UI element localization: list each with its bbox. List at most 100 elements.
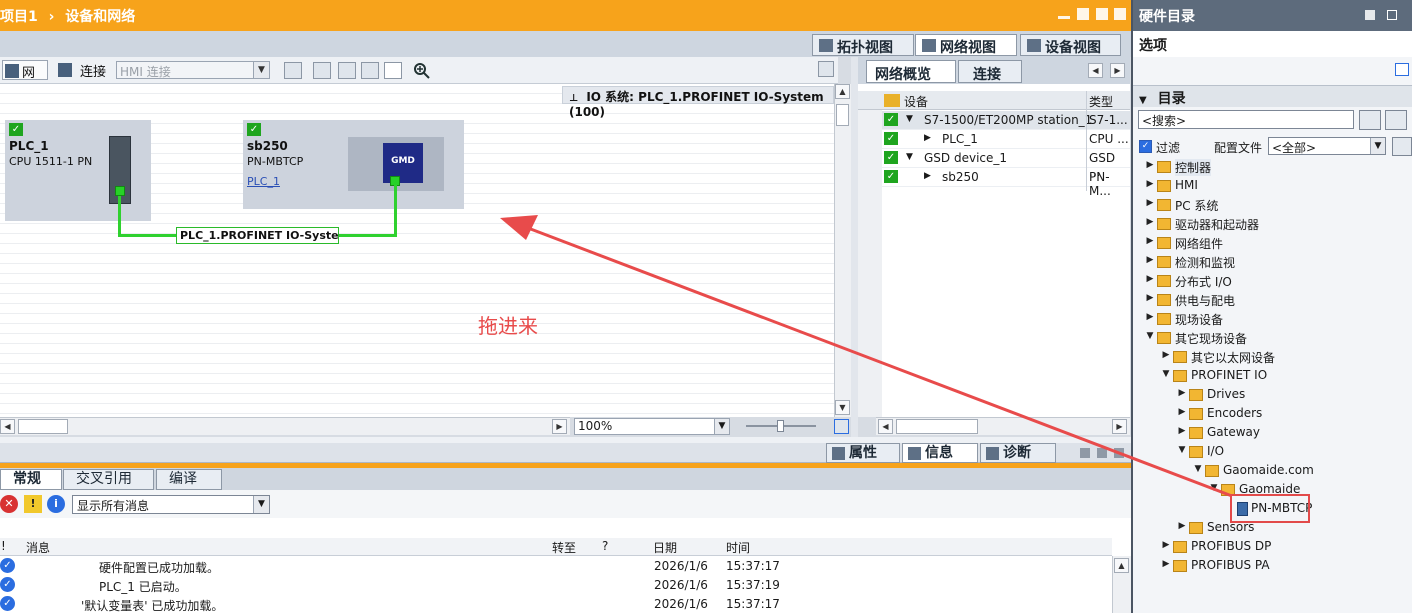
scroll-up-icon[interactable]: ▲ bbox=[1114, 558, 1129, 573]
tab-network-view[interactable]: 网络视图 bbox=[915, 34, 1017, 56]
expand-icon[interactable]: ▶ bbox=[1177, 426, 1187, 436]
profile-select[interactable]: <全部> ▼ bbox=[1268, 137, 1386, 155]
search-up-icon[interactable] bbox=[1385, 110, 1407, 130]
tab-device-view[interactable]: 设备视图 bbox=[1020, 34, 1121, 56]
scroll-right-icon[interactable]: ▶ bbox=[1110, 63, 1125, 78]
column-header-type[interactable]: 类型 bbox=[1089, 93, 1113, 110]
highlight-icon[interactable] bbox=[313, 62, 331, 79]
maximize-icon[interactable] bbox=[1096, 8, 1108, 20]
column-header-device[interactable]: 设备 bbox=[904, 93, 928, 110]
scroll-right-icon[interactable]: ▶ bbox=[552, 419, 567, 434]
overview-horizontal-scrollbar[interactable]: ◀ ▶ bbox=[876, 417, 1130, 435]
network-canvas[interactable]: ⊥ IO 系统: PLC_1.PROFINET IO-System (100) … bbox=[0, 84, 834, 417]
tab-compile[interactable]: 编译 bbox=[156, 469, 222, 490]
expand-icon[interactable]: ▶ bbox=[924, 171, 931, 181]
zoom-select[interactable]: 100% ▼ bbox=[574, 418, 730, 435]
expand-icon[interactable]: ▶ bbox=[1177, 407, 1187, 417]
device-plc-1[interactable]: ✓ PLC_1 CPU 1511-1 PN bbox=[5, 120, 151, 221]
pane-splitter[interactable] bbox=[851, 57, 858, 437]
tab-connections[interactable]: 连接 bbox=[958, 60, 1022, 83]
table-row[interactable]: ▶ sb250 PN-M... bbox=[882, 168, 1130, 198]
grid-icon[interactable] bbox=[361, 62, 379, 79]
toolbar-icon[interactable] bbox=[884, 94, 900, 107]
expand-icon[interactable]: ▶ bbox=[1161, 559, 1171, 569]
message-vertical-scrollbar[interactable]: ▲ bbox=[1112, 556, 1131, 613]
expand-icon[interactable]: ▼ bbox=[906, 152, 913, 162]
navigation-icon[interactable] bbox=[834, 419, 849, 434]
scroll-thumb[interactable] bbox=[18, 419, 68, 434]
tab-properties[interactable]: 属性 bbox=[826, 443, 900, 463]
tab-info[interactable]: 信息 bbox=[902, 443, 978, 463]
message-filter-select[interactable]: 显示所有消息 ▼ bbox=[72, 495, 270, 514]
catalog-section-header[interactable]: ▼ 目录 bbox=[1133, 85, 1412, 107]
canvas-horizontal-scrollbar[interactable]: ◀ ▶ bbox=[0, 417, 570, 435]
scroll-thumb[interactable] bbox=[896, 419, 978, 434]
scroll-left-icon[interactable]: ◀ bbox=[1088, 63, 1103, 78]
table-row[interactable]: ✓ 硬件配置已成功加载。 2026/1/6 15:37:17 bbox=[0, 557, 1112, 576]
collapse-icon[interactable]: ▼ bbox=[1193, 464, 1203, 474]
catalog-vertical-scrollbar[interactable] bbox=[1396, 160, 1412, 580]
expand-icon[interactable]: ▶ bbox=[1145, 179, 1155, 189]
expand-icon[interactable]: ▼ bbox=[906, 114, 913, 124]
tab-cross-reference[interactable]: 交叉引用 bbox=[63, 469, 154, 490]
profile-edit-icon[interactable] bbox=[1392, 137, 1412, 156]
hmi-connection-select[interactable]: HMI 连接 ▼ bbox=[116, 61, 270, 79]
canvas-vertical-scrollbar[interactable]: ▲ ▼ bbox=[834, 84, 851, 417]
restore-icon[interactable] bbox=[1080, 448, 1090, 458]
page-break-icon[interactable] bbox=[338, 62, 356, 79]
scroll-down-icon[interactable]: ▼ bbox=[835, 400, 850, 415]
zoom-slider-thumb[interactable] bbox=[777, 420, 784, 432]
table-row[interactable]: ▼ S7-1500/ET200MP station_1 S7-1... bbox=[882, 111, 1130, 130]
table-row[interactable]: ▶ PLC_1 CPU ... bbox=[882, 130, 1130, 149]
close-icon[interactable] bbox=[1114, 448, 1124, 458]
restore-icon[interactable] bbox=[1077, 8, 1089, 20]
tab-topology-view[interactable]: 拓扑视图 bbox=[812, 34, 914, 56]
scroll-up-icon[interactable]: ▲ bbox=[835, 84, 850, 99]
collapse-icon[interactable]: ▼ bbox=[1161, 369, 1171, 379]
collapse-icon[interactable]: ▼ bbox=[1177, 445, 1187, 455]
table-row[interactable]: ▼ GSD device_1 GSD ... bbox=[882, 149, 1130, 179]
search-down-icon[interactable] bbox=[1359, 110, 1381, 130]
profinet-network-label[interactable]: PLC_1.PROFINET IO-Syste... bbox=[176, 227, 339, 244]
expand-icon[interactable]: ▶ bbox=[1161, 350, 1171, 360]
restore-icon[interactable] bbox=[1387, 10, 1397, 20]
catalog-search-input[interactable]: <搜索> bbox=[1138, 110, 1354, 129]
expand-icon[interactable]: ▶ bbox=[1145, 255, 1155, 265]
profinet-line[interactable] bbox=[118, 196, 121, 236]
table-row[interactable]: ✓ PLC_1 已启动。 2026/1/6 15:37:19 bbox=[0, 576, 1112, 595]
tab-diagnostics[interactable]: 诊断 bbox=[980, 443, 1056, 463]
expand-icon[interactable]: ▶ bbox=[1161, 540, 1171, 550]
pin-icon[interactable]: ⊥ bbox=[569, 93, 578, 104]
network-button[interactable]: 网络 bbox=[2, 60, 48, 100]
warning-filter-icon[interactable]: ! bbox=[24, 495, 42, 513]
expand-icon[interactable]: ▶ bbox=[1145, 312, 1155, 322]
connect-button[interactable]: 连接 bbox=[58, 60, 110, 80]
expand-icon[interactable]: ▶ bbox=[1145, 217, 1155, 227]
overview-panel-icon[interactable] bbox=[384, 62, 402, 79]
scroll-thumb[interactable] bbox=[836, 104, 849, 126]
minimize-icon[interactable] bbox=[1058, 16, 1070, 19]
breadcrumb-page[interactable]: 设备和网络 bbox=[65, 9, 135, 25]
collapse-icon[interactable]: ▼ bbox=[1209, 483, 1219, 493]
expand-icon[interactable]: ▶ bbox=[1145, 160, 1155, 170]
screen-right-icon[interactable] bbox=[818, 61, 834, 77]
assigned-controller-link[interactable]: PLC_1 bbox=[247, 175, 280, 188]
collapse-icon[interactable]: ▼ bbox=[1145, 331, 1155, 341]
minimize-icon[interactable] bbox=[1097, 448, 1107, 458]
panel-toggle-icon[interactable] bbox=[1395, 63, 1409, 76]
close-icon[interactable] bbox=[1114, 8, 1126, 20]
expand-icon[interactable]: ▶ bbox=[1177, 521, 1187, 531]
scroll-left-icon[interactable]: ◀ bbox=[878, 419, 893, 434]
show-names-icon[interactable] bbox=[284, 62, 302, 79]
expand-icon[interactable]: ▶ bbox=[1145, 293, 1155, 303]
expand-icon[interactable]: ▶ bbox=[1145, 198, 1155, 208]
breadcrumb-project[interactable]: 项目1 bbox=[0, 9, 38, 25]
pin-icon[interactable] bbox=[1365, 10, 1375, 20]
scroll-left-icon[interactable]: ◀ bbox=[0, 419, 15, 434]
profinet-port-icon[interactable] bbox=[115, 186, 125, 196]
expand-icon[interactable]: ▶ bbox=[1145, 236, 1155, 246]
tab-general[interactable]: 常规 bbox=[0, 469, 62, 490]
expand-icon[interactable]: ▶ bbox=[924, 133, 931, 143]
scroll-right-icon[interactable]: ▶ bbox=[1112, 419, 1127, 434]
info-filter-icon[interactable]: i bbox=[47, 495, 65, 513]
